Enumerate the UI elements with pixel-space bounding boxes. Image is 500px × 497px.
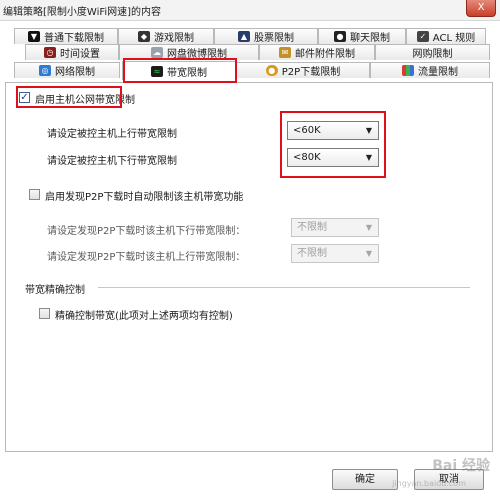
cloud-icon: ☁ [151, 47, 163, 58]
p2p-auto-limit-label: 启用发现P2P下载时自动限制该主机带宽功能 [45, 192, 244, 203]
tab-label: 网购限制 [412, 49, 453, 60]
p2p-icon: ● [265, 65, 278, 76]
p2p-download-limit-value: 不限制 [297, 222, 327, 233]
stock-icon: ▲ [238, 31, 250, 42]
tab-strip: ▼ 普通下载限制 ◆ 游戏限制 ▲ 股票限制 ● 聊天限制 ✓ ACL 规则 ◷… [0, 24, 500, 82]
chevron-down-icon: ▼ [365, 249, 372, 258]
tab-label: 网盘微博限制 [167, 49, 227, 60]
bandwidth-icon: ≈ [151, 65, 163, 77]
tab-shopping-limit[interactable]: 网购限制 [375, 44, 490, 60]
p2p-download-limit-select[interactable]: 不限制 ▼ [291, 218, 379, 237]
tab-cloud-weibo-limit[interactable]: ☁ 网盘微博限制 [119, 44, 259, 60]
close-button[interactable]: X [466, 0, 496, 17]
mail-icon: ✉ [279, 47, 291, 58]
chevron-down-icon: ▼ [365, 126, 372, 135]
traffic-icon [402, 65, 414, 76]
download-limit-label: 请设定被控主机下行带宽限制 [47, 156, 177, 167]
enable-bandwidth-checkbox[interactable]: ✓ [19, 92, 30, 103]
tab-label: 游戏限制 [154, 33, 194, 44]
tab-label: 带宽限制 [167, 67, 207, 79]
acl-icon: ✓ [416, 31, 429, 42]
tab-time-settings[interactable]: ◷ 时间设置 [25, 44, 119, 60]
upload-limit-value: <60K [293, 125, 321, 136]
chevron-down-icon: ▼ [365, 223, 372, 232]
tab-label: 邮件附件限制 [295, 49, 355, 60]
tab-game-limit[interactable]: ◆ 游戏限制 [118, 28, 214, 44]
tab-label: ACL 规则 [432, 33, 476, 44]
ok-button[interactable]: 确定 [332, 469, 398, 490]
tab-acl-rules[interactable]: ✓ ACL 规则 [406, 28, 486, 44]
p2p-upload-limit-label: 请设定发现P2P下载时该主机上行带宽限制： [47, 252, 246, 263]
precise-control-checkbox[interactable] [39, 308, 50, 319]
tab-stock-limit[interactable]: ▲ 股票限制 [214, 28, 318, 44]
tab-label: 流量限制 [418, 67, 458, 78]
tab-label: 时间设置 [60, 49, 100, 60]
tab-label: P2P下载限制 [281, 67, 341, 78]
p2p-upload-limit-value: 不限制 [297, 248, 327, 259]
p2p-upload-limit-select[interactable]: 不限制 ▼ [291, 244, 379, 263]
chat-icon: ● [334, 31, 346, 42]
download-icon: ▼ [28, 31, 40, 42]
baidu-watermark-url: jingyan.baidu.com [392, 479, 466, 488]
tab-label: 聊天限制 [350, 33, 390, 44]
tab-bandwidth-limit[interactable]: ≈ 带宽限制 [122, 61, 236, 80]
p2p-download-limit-label: 请设定发现P2P下载时该主机下行带宽限制： [47, 226, 246, 237]
chevron-down-icon: ▼ [365, 153, 372, 162]
upload-limit-label: 请设定被控主机上行带宽限制 [47, 129, 177, 140]
enable-bandwidth-label: 启用主机公网带宽限制 [35, 95, 135, 106]
network-icon: ◎ [39, 65, 51, 76]
download-limit-select[interactable]: <80K ▼ [287, 148, 379, 167]
precise-control-label: 精确控制带宽(此项对上述两项均有控制) [55, 311, 233, 322]
game-icon: ◆ [138, 31, 150, 42]
tab-traffic-limit[interactable]: 流量限制 [370, 62, 490, 78]
tab-label: 股票限制 [254, 33, 294, 44]
precise-control-section-title: 带宽精确控制 [25, 285, 85, 296]
window-title: 编辑策略[限制小度WiFi网速]的内容 [3, 7, 162, 18]
clock-icon: ◷ [44, 47, 56, 58]
download-limit-value: <80K [293, 152, 321, 163]
tab-download-limit[interactable]: ▼ 普通下载限制 [14, 28, 118, 44]
bandwidth-panel: ✓ 启用主机公网带宽限制 请设定被控主机上行带宽限制 <60K ▼ 请设定被控主… [5, 82, 493, 452]
tab-mail-attachment-limit[interactable]: ✉ 邮件附件限制 [259, 44, 375, 60]
baidu-watermark: Bai 经验 [432, 458, 490, 474]
section-divider [98, 287, 470, 288]
tab-label: 网络限制 [55, 67, 95, 78]
p2p-auto-limit-checkbox[interactable] [29, 189, 40, 200]
tab-p2p-download-limit[interactable]: ● P2P下载限制 [236, 62, 370, 78]
upload-limit-select[interactable]: <60K ▼ [287, 121, 379, 140]
tab-network-limit[interactable]: ◎ 网络限制 [14, 62, 120, 78]
tab-chat-limit[interactable]: ● 聊天限制 [318, 28, 406, 44]
title-bar: 编辑策略[限制小度WiFi网速]的内容 X [0, 0, 500, 21]
tab-label: 普通下载限制 [44, 33, 104, 44]
